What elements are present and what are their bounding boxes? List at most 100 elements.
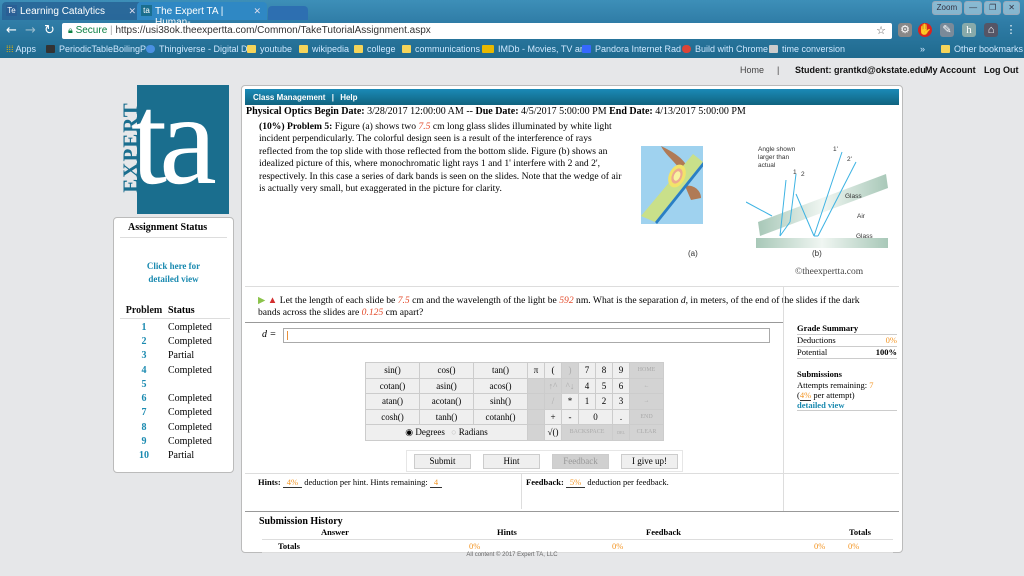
key-9[interactable]: 9 [612, 362, 630, 379]
problem-row[interactable]: 9 Completed [120, 434, 230, 448]
adblock-icon[interactable]: ✋ [918, 23, 932, 37]
menu-bar: Class Management | Help [245, 89, 899, 105]
reload-icon[interactable]: ↻ [44, 23, 55, 38]
key-cotanh[interactable]: cotanh() [473, 408, 528, 425]
answer-input[interactable] [283, 328, 770, 343]
key-8[interactable]: 8 [595, 362, 613, 379]
radians-radio[interactable]: ○ Radians [451, 427, 488, 437]
key-sinh[interactable]: sinh() [473, 393, 528, 410]
angle-mode: ◉ Degrees ○ Radians [365, 424, 528, 441]
give-up-button[interactable]: I give up! [621, 454, 678, 469]
key-right-arrow[interactable]: → [629, 393, 664, 410]
feedback-button[interactable]: Feedback [552, 454, 609, 469]
key-2[interactable]: 2 [595, 393, 613, 410]
bookmark-youtube[interactable]: youtube [247, 44, 292, 54]
bookmark-wikipedia[interactable]: wikipedia [299, 44, 349, 54]
key-minus[interactable]: - [561, 408, 579, 425]
close-tab-icon[interactable]: ✕ [128, 6, 136, 17]
key-del[interactable]: DEL [612, 424, 630, 441]
bookmarks-overflow-chevron[interactable]: » [920, 44, 925, 54]
extension-icon[interactable]: h [962, 23, 976, 37]
submissions-detailed-view-link[interactable]: detailed view [797, 400, 897, 411]
key-tanh[interactable]: tanh() [419, 408, 474, 425]
my-account-link[interactable]: My Account [925, 65, 976, 75]
key-asin[interactable]: asin() [419, 377, 474, 394]
key-lparen[interactable]: ( [544, 362, 562, 379]
help-link[interactable]: Help [340, 93, 357, 102]
key-cosh[interactable]: cosh() [365, 408, 420, 425]
key-left-arrow[interactable]: ← [629, 377, 664, 394]
problem-row[interactable]: 2 Completed [120, 334, 230, 348]
key-atan[interactable]: atan() [365, 393, 420, 410]
key-sqrt[interactable]: √() [544, 424, 562, 441]
key-up[interactable]: ↑^ [544, 377, 562, 394]
key-acotan[interactable]: acotan() [419, 393, 474, 410]
key-0[interactable]: 0 [578, 408, 613, 425]
restore-button[interactable]: ❐ [984, 1, 1002, 15]
bookmark-communications[interactable]: communications [402, 44, 480, 54]
key-6[interactable]: 6 [612, 377, 630, 394]
submit-button[interactable]: Submit [414, 454, 471, 469]
bookmark-imdb[interactable]: IMDb - Movies, TV an [482, 44, 585, 54]
close-tab-icon[interactable]: ✕ [253, 6, 261, 17]
class-management-link[interactable]: Class Management [253, 93, 325, 102]
key-end[interactable]: END [629, 408, 664, 425]
problem-row-current[interactable]: 5 [120, 377, 230, 391]
bookmark-college[interactable]: college [354, 44, 396, 54]
key-divide[interactable]: / [544, 393, 562, 410]
bookmark-build-with-chrome[interactable]: Build with Chrome [682, 44, 768, 54]
hint-button[interactable]: Hint [483, 454, 540, 469]
bookmark-apps[interactable]: ⁞⁞⁞ Apps [6, 44, 36, 54]
problem-row[interactable]: 8 Completed [120, 420, 230, 434]
key-multiply[interactable]: * [561, 393, 579, 410]
key-acos[interactable]: acos() [473, 377, 528, 394]
problem-row[interactable]: 6 Completed [120, 391, 230, 405]
bookmark-periodic-table[interactable]: PeriodicTableBoilingP [46, 44, 146, 54]
extension-icon[interactable]: ✎ [940, 23, 954, 37]
problem-row[interactable]: 10 Partial [120, 449, 230, 463]
zoom-button[interactable]: Zoom [931, 1, 963, 15]
new-tab-button[interactable] [268, 6, 308, 20]
tab-expert-ta[interactable]: ta The Expert TA | Human- ✕ [137, 2, 267, 28]
key-tan[interactable]: tan() [473, 362, 528, 379]
key-cotan[interactable]: cotan() [365, 377, 420, 394]
key-7[interactable]: 7 [578, 362, 596, 379]
bookmark-pandora[interactable]: Pandora Internet Rad [582, 44, 681, 54]
close-window-button[interactable]: ✕ [1003, 1, 1020, 15]
extension-icon[interactable]: ⌂ [984, 23, 998, 37]
key-pi[interactable]: π [527, 362, 545, 379]
key-clear[interactable]: CLEAR [629, 424, 664, 441]
bookmark-thingiverse[interactable]: Thingiverse - Digital D [146, 44, 248, 54]
key-3[interactable]: 3 [612, 393, 630, 410]
extension-icon[interactable]: ⚙ [898, 23, 912, 37]
problem-row[interactable]: 7 Completed [120, 406, 230, 420]
home-link[interactable]: Home [740, 65, 764, 75]
minimize-button[interactable]: — [964, 1, 983, 15]
bookmark-other[interactable]: Other bookmarks [941, 44, 1023, 54]
back-icon[interactable]: ← [6, 23, 17, 38]
bookmark-star-icon[interactable]: ☆ [876, 24, 886, 37]
logout-link[interactable]: Log Out [984, 65, 1019, 75]
key-cos[interactable]: cos() [419, 362, 474, 379]
key-backspace[interactable]: BACKSPACE [561, 424, 613, 441]
forward-icon[interactable]: → [25, 23, 36, 38]
key-home[interactable]: HOME [629, 362, 664, 379]
key-1[interactable]: 1 [578, 393, 596, 410]
degrees-radio[interactable]: ◉ Degrees [405, 427, 445, 437]
bookmark-time-conversion[interactable]: time conversion [769, 44, 845, 54]
url-bar[interactable]: 🔒︎ Secure | https://usi38ok.theexpertta.… [62, 23, 892, 39]
tab-learning-catalytics[interactable]: Te Learning Catalytics ✕ [2, 2, 142, 20]
key-decimal[interactable]: . [612, 408, 630, 425]
detailed-view-link[interactable]: Click here for detailed view [114, 260, 233, 286]
key-sin[interactable]: sin() [365, 362, 420, 379]
key-4[interactable]: 4 [578, 377, 596, 394]
problem-row[interactable]: 1 Completed [120, 320, 230, 334]
key-rparen[interactable]: ) [561, 362, 579, 379]
key-down[interactable]: ^↓ [561, 377, 579, 394]
problem-row[interactable]: 3 Partial [120, 349, 230, 363]
problem-row[interactable]: 4 Completed [120, 363, 230, 377]
key-5[interactable]: 5 [595, 377, 613, 394]
play-icon[interactable]: ▶ [258, 295, 265, 306]
key-plus[interactable]: + [544, 408, 562, 425]
chrome-menu-icon[interactable]: ⋮ [1004, 23, 1018, 37]
